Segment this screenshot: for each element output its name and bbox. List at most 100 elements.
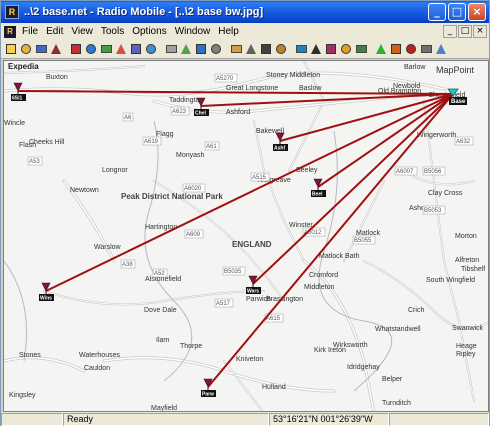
menu-help[interactable]: Help [214, 26, 243, 37]
road-label: A6 [124, 115, 132, 121]
coverage-icon[interactable] [99, 42, 113, 56]
town-label: Kingsley [9, 392, 36, 399]
road-label: A609 [186, 232, 201, 238]
town-label: Middleton [304, 284, 334, 291]
town-label: Ripley [456, 351, 476, 358]
town-label: Whatstandwell [375, 326, 421, 333]
landmark-icon[interactable] [324, 42, 338, 56]
site-label: Base [451, 99, 466, 105]
grid-icon[interactable] [259, 42, 273, 56]
save-icon[interactable] [34, 42, 48, 56]
town-label: Heage [456, 343, 477, 350]
town-label: Stoney Middleton [266, 72, 320, 79]
town-label: Turnditch [382, 400, 411, 407]
town-label: Flash [19, 142, 36, 149]
rotate-icon[interactable] [144, 42, 158, 56]
town-label: Cromford [309, 272, 338, 279]
road-label: A38 [122, 262, 133, 268]
town-label: Monyash [176, 152, 205, 159]
town-label: Wingerworth [417, 132, 456, 139]
map-view[interactable]: BuxtonChesterfieldGreat LongstoneBaslowO… [3, 60, 489, 412]
town-label: Clay Cross [428, 190, 463, 197]
world-icon[interactable] [84, 42, 98, 56]
child-restore-button[interactable]: □ [458, 25, 472, 38]
properties-icon[interactable] [164, 42, 178, 56]
menu-view[interactable]: View [67, 26, 97, 37]
menu-tools[interactable]: Tools [97, 26, 128, 37]
road-label: A619 [144, 139, 159, 145]
menu-window[interactable]: Window [171, 26, 215, 37]
town-label: Kniveton [236, 356, 263, 363]
road-label: A53 [29, 159, 40, 165]
open-icon[interactable] [19, 42, 33, 56]
menu-bar: R File Edit View Tools Options Window He… [1, 23, 489, 40]
road-label: A6020 [184, 186, 202, 192]
road-label: A632 [456, 139, 471, 145]
menu-file[interactable]: File [18, 26, 42, 37]
town-label: Matlock Bath [319, 253, 360, 260]
color-icon[interactable] [114, 42, 128, 56]
road-label: B5055 [354, 238, 372, 244]
road-label: B5053 [424, 208, 442, 214]
visual-icon[interactable] [129, 42, 143, 56]
new-icon[interactable] [4, 42, 18, 56]
map-icon[interactable] [179, 42, 193, 56]
road-label: B5035 [224, 269, 242, 275]
road-label: A623 [172, 109, 187, 115]
maximize-button[interactable]: □ [448, 3, 466, 21]
site-label: Wars [247, 289, 259, 295]
text-icon[interactable] [309, 42, 323, 56]
picture-icon[interactable] [274, 42, 288, 56]
road-label: B5056 [424, 169, 442, 175]
town-label: Ilam [156, 337, 169, 344]
town-label: Cauldon [84, 365, 110, 372]
town-label: Tibshelf [461, 266, 485, 273]
gear-icon[interactable] [419, 42, 433, 56]
menu-options[interactable]: Options [128, 26, 170, 37]
town-label: Ashford [226, 109, 250, 116]
town-label: Newbold [393, 83, 420, 90]
town-label: Morton [455, 233, 477, 240]
road-label: A52 [154, 271, 165, 277]
app-icon[interactable]: R [5, 5, 19, 19]
elevation-icon[interactable] [354, 42, 368, 56]
town-label: South Wingfield [426, 277, 475, 284]
overlay-icon[interactable] [294, 42, 308, 56]
help-icon[interactable] [434, 42, 448, 56]
child-close-button[interactable]: × [473, 25, 487, 38]
town-label: Warslow [94, 244, 122, 251]
site-label: 6Si1 [12, 96, 23, 102]
copy-icon[interactable] [229, 42, 243, 56]
road-label: A5270 [216, 76, 234, 82]
town-label: Barlow [404, 64, 426, 71]
road-label: A61 [206, 144, 217, 150]
town-label: Swanwick [452, 325, 484, 332]
erase-icon[interactable] [209, 42, 223, 56]
title-bar[interactable]: R ..\2 base.net - Radio Mobile - [..\2 b… [1, 1, 489, 23]
minimize-button[interactable]: _ [428, 3, 446, 21]
town-label: Belper [382, 376, 403, 383]
gps-icon[interactable] [389, 42, 403, 56]
child-window-icon[interactable]: R [4, 25, 16, 38]
town-label: Wincle [4, 120, 25, 127]
menu-edit[interactable]: Edit [42, 26, 67, 37]
map-canvas[interactable]: BuxtonChesterfieldGreat LongstoneBaslowO… [4, 61, 489, 412]
merge-icon[interactable] [194, 42, 208, 56]
colors-icon[interactable] [339, 42, 353, 56]
town-label: Kirk Ireton [314, 347, 346, 354]
town-label: Mayfield [151, 405, 177, 412]
town-label: Idridgehay [347, 364, 380, 371]
england-label: ENGLAND [232, 240, 272, 249]
radio-link-icon[interactable] [69, 42, 83, 56]
print-icon[interactable] [244, 42, 258, 56]
close-button[interactable]: × [468, 3, 486, 21]
town-label: Newtown [70, 187, 99, 194]
child-minimize-button[interactable]: _ [443, 25, 457, 38]
green-icon[interactable] [374, 42, 388, 56]
window-title: ..\2 base.net - Radio Mobile - [..\2 bas… [24, 6, 264, 18]
network-properties-icon[interactable] [49, 42, 63, 56]
town-label: Great Longstone [226, 85, 278, 92]
town-label: Hulland [262, 384, 286, 391]
cross-icon[interactable] [404, 42, 418, 56]
status-extra [389, 412, 489, 426]
